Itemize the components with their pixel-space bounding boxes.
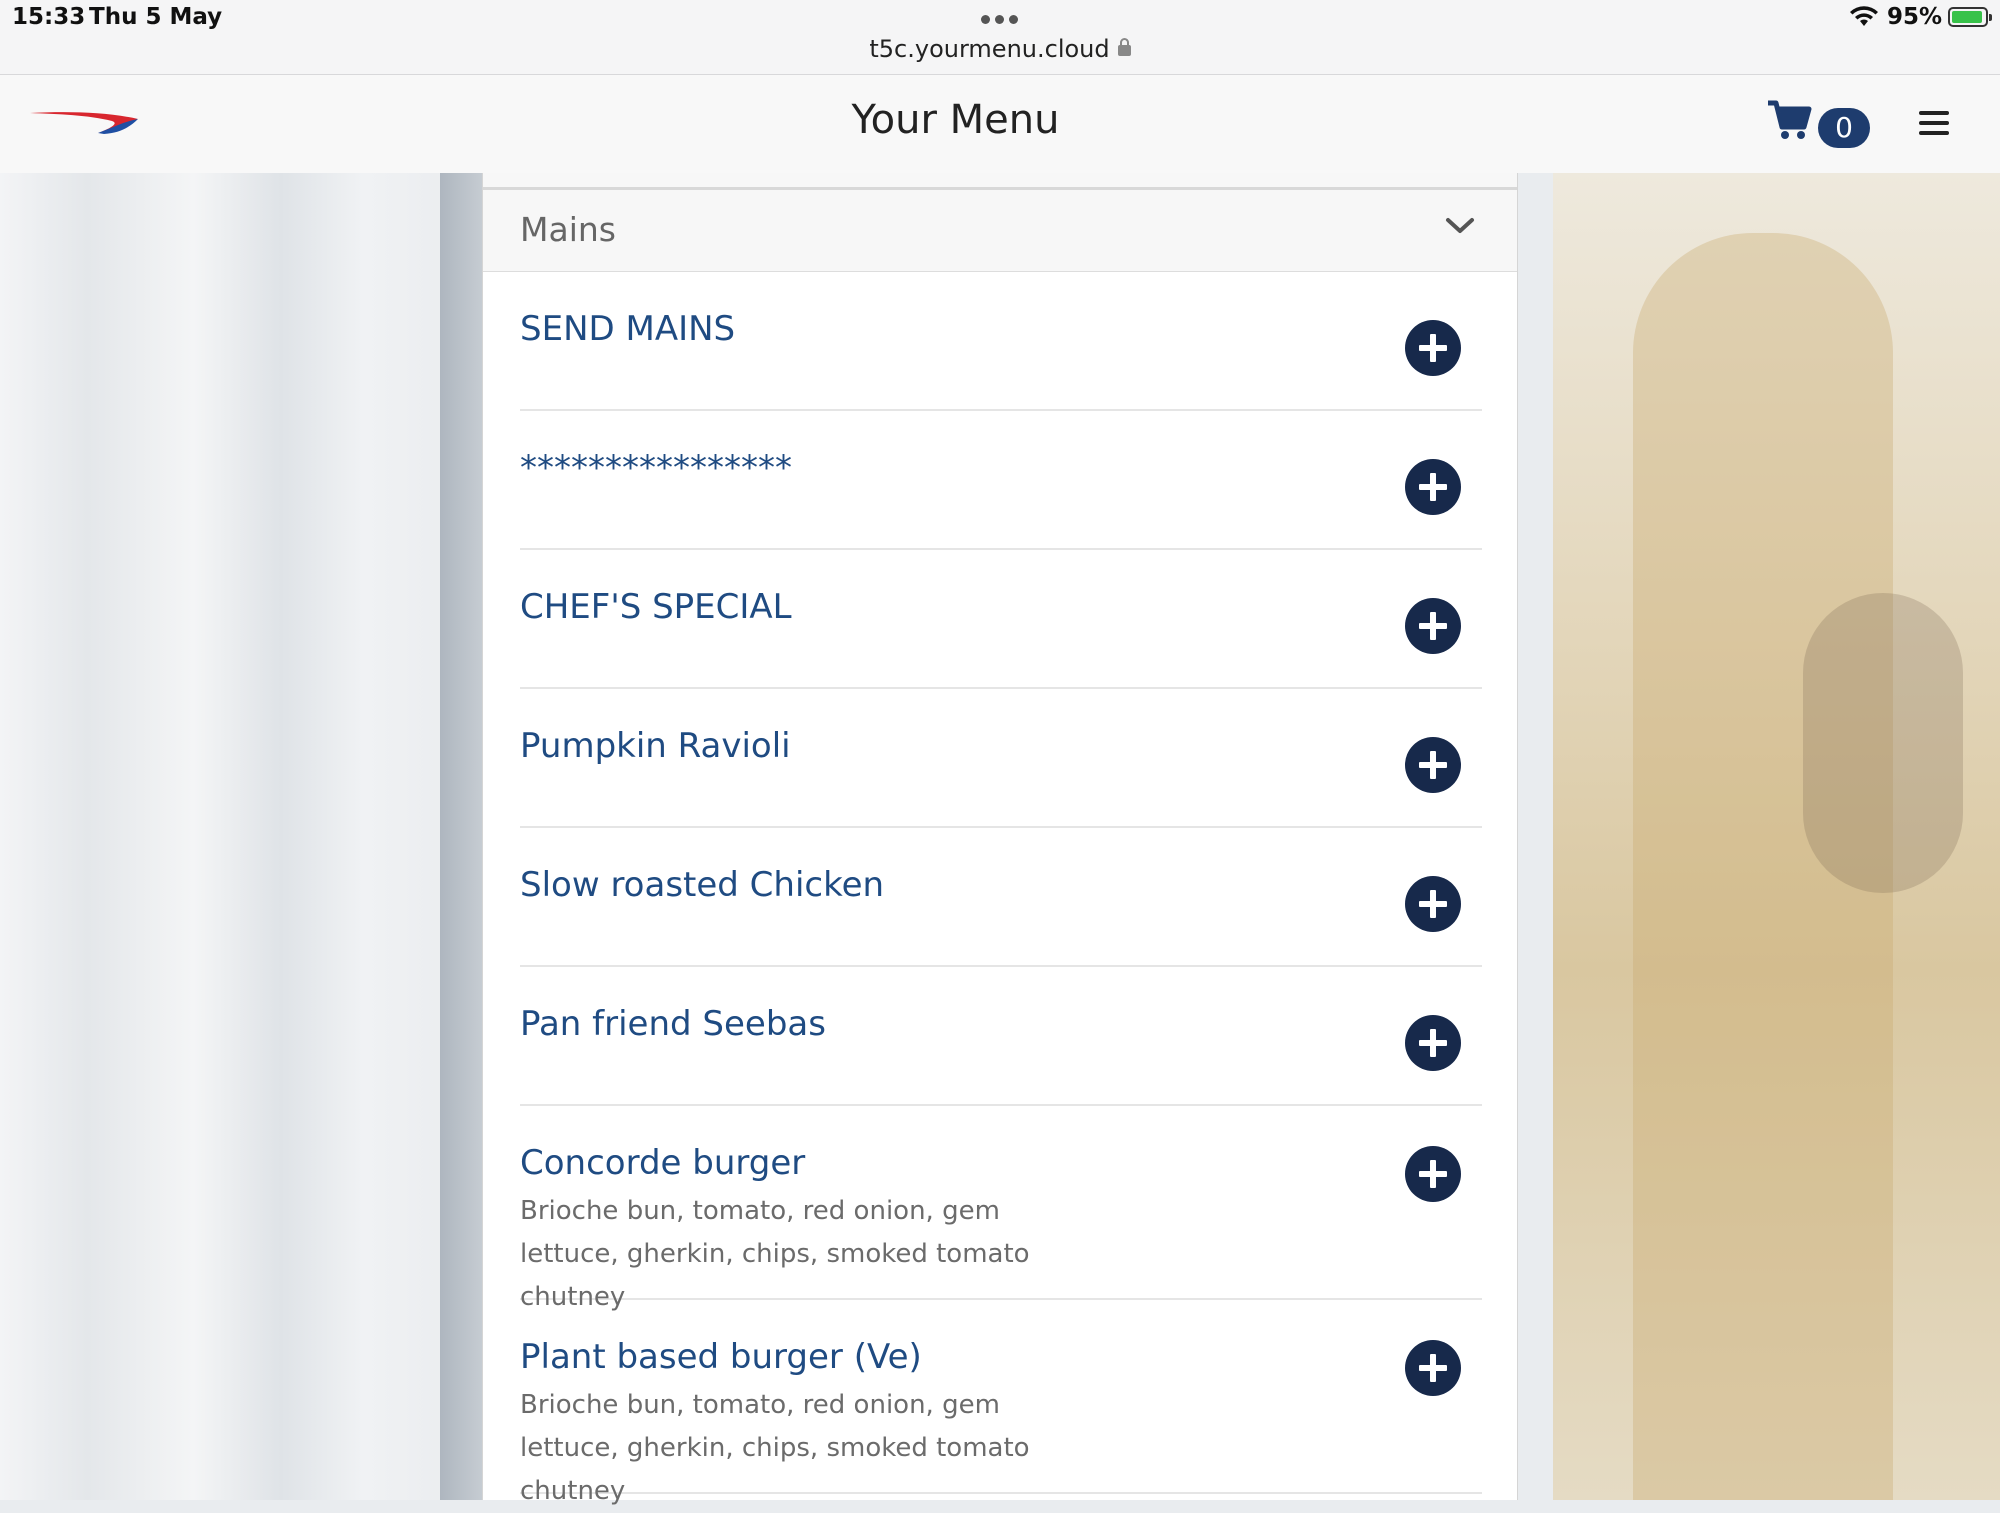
status-time: 15:33 <box>12 4 86 30</box>
item-name: CHEF'S SPECIAL <box>520 587 792 627</box>
wifi-icon <box>1849 6 1878 26</box>
menu-panel: Mains SEND MAINS **************** CHEF'S… <box>482 173 1518 1506</box>
navbar: Your Menu 0 <box>0 75 2000 173</box>
add-item-button[interactable] <box>1405 737 1461 793</box>
section-title: Mains <box>520 210 616 249</box>
add-item-button[interactable] <box>1405 1015 1461 1071</box>
menu-item[interactable]: Plant based burger (Ve) Brioche bun, tom… <box>520 1300 1482 1506</box>
status-right: 95% <box>1849 4 1992 30</box>
battery-percent: 95% <box>1886 4 1942 30</box>
add-item-button[interactable] <box>1405 1146 1461 1202</box>
url-text: t5c.yourmenu.cloud <box>869 35 1110 63</box>
cart-icon[interactable] <box>1766 97 1812 143</box>
chevron-down-icon[interactable] <box>1445 216 1475 236</box>
menu-item[interactable]: CHEF'S SPECIAL <box>520 550 1482 689</box>
item-name: Pan friend Seebas <box>520 1004 826 1044</box>
hamburger-icon[interactable] <box>1919 111 1949 139</box>
menu-item[interactable]: Pan friend Seebas <box>520 967 1482 1106</box>
menu-items-list: SEND MAINS **************** CHEF'S SPECI… <box>520 272 1482 1506</box>
panel-top-border <box>483 173 1517 190</box>
add-item-button[interactable] <box>1405 598 1461 654</box>
address-bar[interactable]: t5c.yourmenu.cloud <box>0 35 2000 63</box>
add-item-button[interactable] <box>1405 876 1461 932</box>
menu-item[interactable]: Pumpkin Ravioli <box>520 689 1482 828</box>
lock-icon <box>1117 38 1131 56</box>
add-item-button[interactable] <box>1405 459 1461 515</box>
item-name: SEND MAINS <box>520 309 736 349</box>
cart-count-badge[interactable]: 0 <box>1818 108 1870 148</box>
section-header-mains[interactable]: Mains <box>483 190 1517 272</box>
menu-item[interactable]: **************** <box>520 411 1482 550</box>
item-name: Pumpkin Ravioli <box>520 726 791 766</box>
item-name: **************** <box>520 448 792 488</box>
background-left <box>0 173 484 1500</box>
item-name: Slow roasted Chicken <box>520 865 885 905</box>
more-dots-icon[interactable] <box>979 12 1021 26</box>
add-item-button[interactable] <box>1405 1340 1461 1396</box>
page-title: Your Menu <box>851 97 1060 143</box>
status-date: Thu 5 May <box>89 4 223 30</box>
battery-icon <box>1948 7 1992 27</box>
item-name: Concorde burger <box>520 1143 806 1183</box>
background-right <box>1553 173 2000 1500</box>
menu-item[interactable]: Concorde burger Brioche bun, tomato, red… <box>520 1106 1482 1312</box>
item-description: Brioche bun, tomato, red onion, gem lett… <box>520 1390 1030 1506</box>
item-name: Plant based burger (Ve) <box>520 1337 922 1377</box>
menu-item[interactable]: Slow roasted Chicken <box>520 828 1482 967</box>
status-bar: 15:33 Thu 5 May t5c.yourmenu.cloud 95% <box>0 0 2000 75</box>
menu-item[interactable]: SEND MAINS <box>520 272 1482 411</box>
add-item-button[interactable] <box>1405 320 1461 376</box>
